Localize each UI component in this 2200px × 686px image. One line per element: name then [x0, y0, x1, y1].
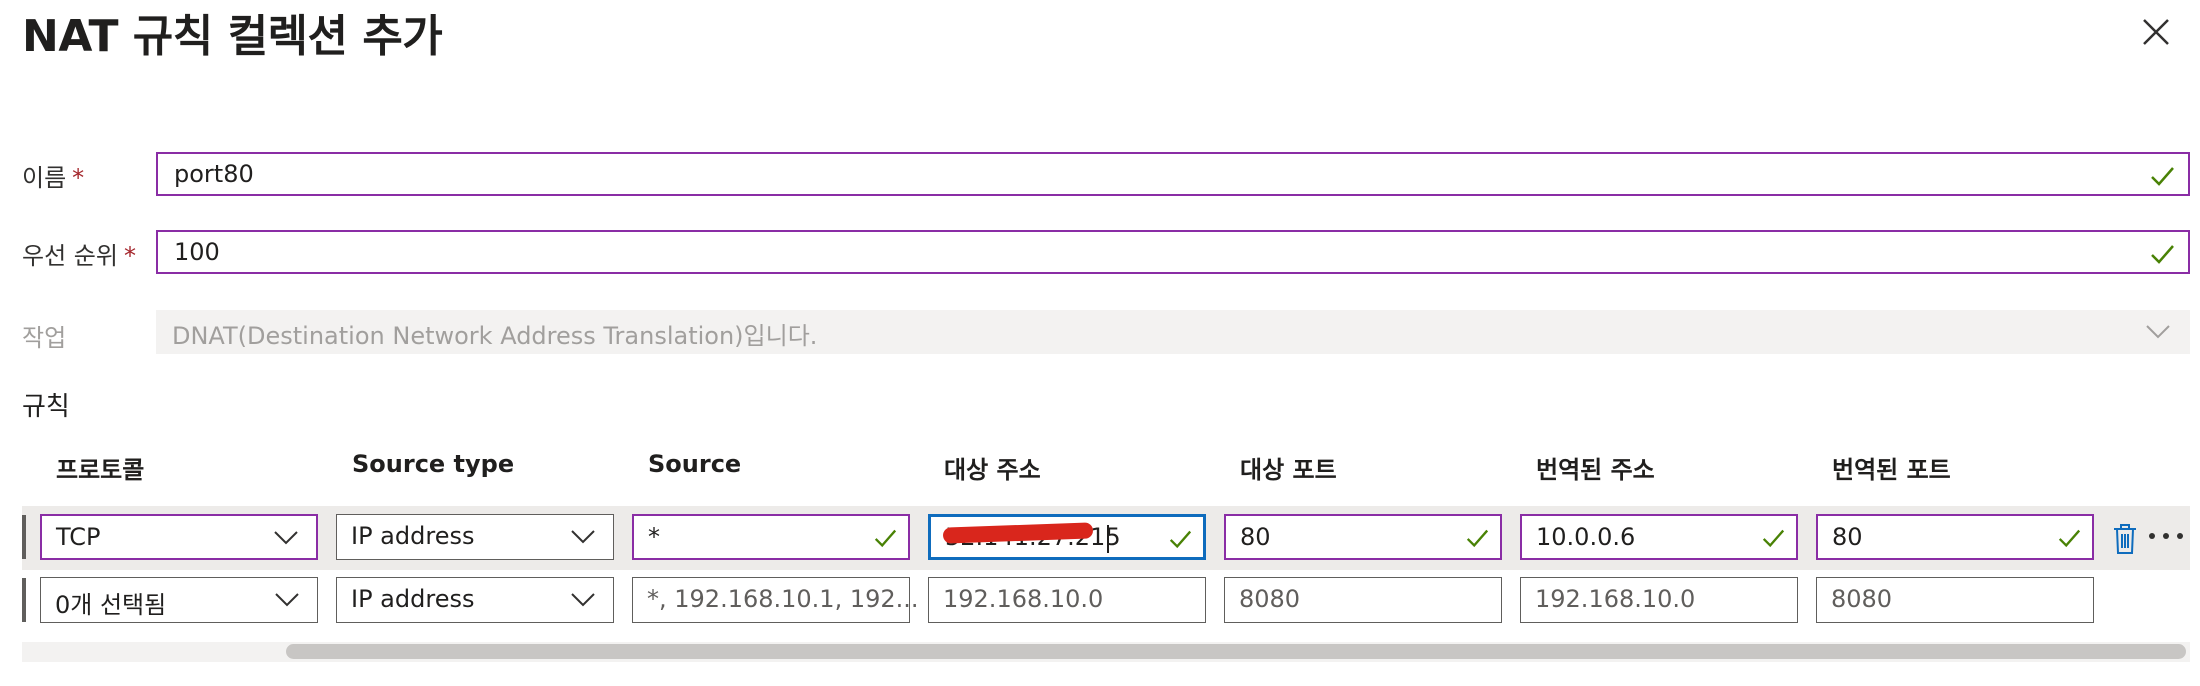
- row-indicator: [22, 578, 26, 622]
- destination-port-input[interactable]: 80: [1224, 514, 1502, 560]
- column-header-translated-address: 번역된 주소: [1536, 456, 1655, 484]
- chevron-down-icon: [571, 530, 595, 544]
- action-dropdown: DNAT(Destination Network Address Transla…: [156, 310, 2190, 354]
- chevron-down-icon: [274, 531, 298, 545]
- rules-section-label: 규칙: [22, 392, 70, 422]
- action-label: 작업: [22, 324, 67, 352]
- name-label: 이름 *: [22, 164, 85, 192]
- name-value: port80: [174, 160, 254, 188]
- text-cursor: [1107, 525, 1109, 553]
- close-button[interactable]: [2136, 12, 2176, 52]
- column-header-source: Source: [648, 450, 742, 478]
- chevron-down-icon: [571, 593, 595, 607]
- check-icon: [2151, 245, 2174, 264]
- priority-value: 100: [174, 238, 220, 266]
- horizontal-scrollbar-thumb[interactable]: [286, 644, 2186, 659]
- check-icon: [1762, 529, 1785, 548]
- check-icon: [1466, 529, 1489, 548]
- column-header-source-type: Source type: [352, 450, 515, 478]
- column-header-protocol: 프로토콜: [56, 456, 145, 484]
- source-input[interactable]: *: [632, 514, 910, 560]
- chevron-down-icon: [2146, 325, 2170, 339]
- check-icon: [1169, 530, 1192, 549]
- column-header-translated-port: 번역된 포트: [1832, 456, 1951, 484]
- protocol-dropdown[interactable]: 0개 선택됨: [40, 577, 318, 623]
- translated-address-input[interactable]: 10.0.0.6: [1520, 514, 1798, 560]
- translated-port-input[interactable]: 8080: [1816, 577, 2094, 623]
- priority-field[interactable]: 100: [156, 230, 2190, 274]
- more-options-icon[interactable]: [2146, 528, 2186, 544]
- destination-address-input[interactable]: 192.168.10.0: [928, 577, 1206, 623]
- column-header-destination-port: 대상 포트: [1240, 456, 1337, 484]
- destination-address-input[interactable]: 52.141.27.215: [928, 514, 1206, 560]
- delete-icon[interactable]: [2110, 522, 2140, 556]
- name-field[interactable]: port80: [156, 152, 2190, 196]
- column-header-destination-address: 대상 주소: [944, 456, 1041, 484]
- source-type-dropdown[interactable]: IP address: [336, 514, 614, 560]
- check-icon: [2058, 529, 2081, 548]
- source-type-dropdown[interactable]: IP address: [336, 577, 614, 623]
- row-indicator: [22, 515, 26, 559]
- dialog-title: NAT 규칙 컬렉션 추가: [22, 11, 443, 62]
- check-icon: [2151, 167, 2174, 186]
- check-icon: [874, 529, 897, 548]
- translated-address-input[interactable]: 192.168.10.0: [1520, 577, 1798, 623]
- translated-port-input[interactable]: 80: [1816, 514, 2094, 560]
- priority-label: 우선 순위 *: [22, 242, 136, 270]
- chevron-down-icon: [275, 593, 299, 607]
- source-input[interactable]: *, 192.168.10.1, 192...: [632, 577, 919, 623]
- close-icon: [2143, 19, 2169, 45]
- destination-port-input[interactable]: 8080: [1224, 577, 1502, 623]
- protocol-dropdown[interactable]: TCP: [40, 514, 318, 560]
- action-value: DNAT(Destination Network Address Transla…: [172, 322, 818, 350]
